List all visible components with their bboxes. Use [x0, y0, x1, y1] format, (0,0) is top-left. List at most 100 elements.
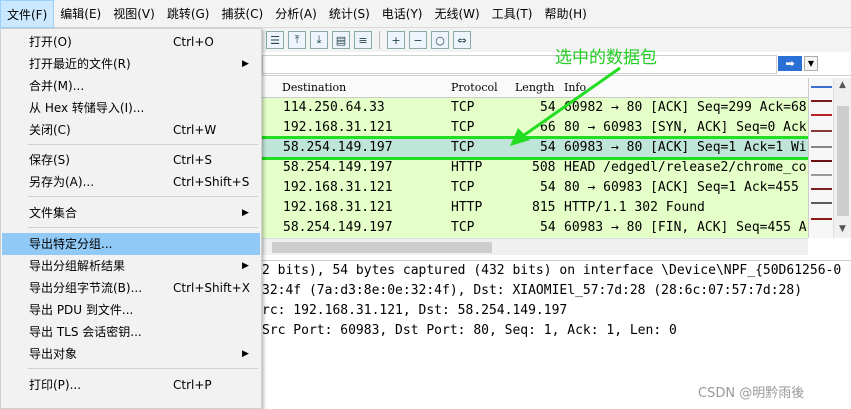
menu-bar: 文件(F) 编辑(E) 视图(V) 跳转(G) 捕获(C) 分析(A) 统计(S… [0, 0, 851, 28]
menu-item-label: 另存为(A)... [29, 175, 95, 189]
colorize-icon[interactable]: ≡ [354, 31, 372, 49]
menu-separator [28, 368, 258, 369]
scroll-down-icon[interactable]: ▼ [839, 224, 846, 234]
menu-wireless[interactable]: 无线(W) [429, 0, 486, 28]
menu-statistics[interactable]: 统计(S) [323, 0, 376, 28]
file-menu-export-specified-packets[interactable]: 导出特定分组... [2, 233, 260, 255]
detail-ethernet-line[interactable]: 32:4f (7a:d3:8e:0e:32:4f), Dst: XIAOMIEl… [262, 283, 802, 303]
packet-info: 80 → 60983 [ACK] Seq=1 Ack=455 [564, 180, 799, 195]
packet-dst: 114.250.64.33 [283, 100, 385, 115]
menu-edit[interactable]: 编辑(E) [54, 0, 107, 28]
menu-item-label: 导出分组解析结果 [29, 259, 126, 273]
menu-item-label: 导出特定分组... [29, 237, 113, 251]
apply-filter-arrow-icon[interactable]: ➡ [778, 56, 802, 71]
file-menu-save[interactable]: 保存(S) Ctrl+S [2, 149, 260, 171]
minimap-mark [811, 146, 832, 148]
packet-info: HEAD /edgedl/release2/chrome_co [564, 160, 807, 175]
packet-dst: 192.168.31.121 [283, 120, 393, 135]
file-menu-dropdown: 打开(O) Ctrl+O 打开最近的文件(R) ▶ 合并(M)... 从 Hex… [0, 28, 262, 409]
column-destination[interactable]: Destination [282, 81, 346, 94]
menu-separator [28, 196, 258, 197]
autoscroll-icon[interactable]: ▤ [332, 31, 350, 49]
menu-telephony[interactable]: 电话(Y) [376, 0, 429, 28]
watermark: CSDN @明黔雨後 [698, 386, 805, 401]
packet-row[interactable]: 192.168.31.121 TCP 54 80 → 60983 [ACK] S… [262, 178, 808, 198]
menu-analyze[interactable]: 分析(A) [269, 0, 323, 28]
minimap-mark [811, 188, 832, 190]
minimap-mark [811, 130, 832, 132]
list-icon[interactable]: ☰ [266, 31, 284, 49]
packet-proto: TCP [451, 120, 475, 135]
file-menu-close[interactable]: 关闭(C) Ctrl+W [2, 119, 260, 141]
file-menu-open-recent[interactable]: 打开最近的文件(R) ▶ [2, 53, 260, 75]
file-menu-export-packet-bytes[interactable]: 导出分组字节流(B)... Ctrl+Shift+X [2, 277, 260, 299]
menu-item-shortcut: Ctrl+P [173, 378, 212, 392]
zoom-in-icon[interactable]: + [387, 31, 405, 49]
packet-dst: 58.254.149.197 [283, 220, 393, 235]
zoom-reset-icon[interactable]: ○ [431, 31, 449, 49]
menu-capture[interactable]: 捕获(C) [215, 0, 269, 28]
file-menu-export-pdu[interactable]: 导出 PDU 到文件... [2, 299, 260, 321]
packet-len: 815 [532, 200, 556, 215]
file-menu-export-tls-keys[interactable]: 导出 TLS 会话密钥... [2, 321, 260, 343]
file-menu-open[interactable]: 打开(O) Ctrl+O [2, 31, 260, 53]
packet-info: 60983 → 80 [FIN, ACK] Seq=455 A [564, 220, 807, 235]
packet-proto: TCP [451, 100, 475, 115]
minimap-mark [811, 160, 832, 162]
menu-item-label: 文件集合 [29, 206, 78, 220]
menu-go[interactable]: 跳转(G) [161, 0, 216, 28]
file-menu-file-set[interactable]: 文件集合 ▶ [2, 202, 260, 224]
packet-proto: TCP [451, 220, 475, 235]
packet-len: 54 [540, 220, 556, 235]
menu-item-shortcut: Ctrl+O [173, 35, 214, 49]
packet-row[interactable]: 58.254.149.197 TCP 54 60983 → 80 [FIN, A… [262, 218, 808, 238]
zoom-out-icon[interactable]: − [409, 31, 427, 49]
minimap-mark [811, 114, 832, 116]
file-menu-export-objects[interactable]: 导出对象 ▶ [2, 343, 260, 365]
menu-item-label: 从 Hex 转储导入(I)... [29, 101, 145, 115]
toolbar-separator [379, 31, 380, 49]
menu-item-shortcut: Ctrl+Shift+S [173, 175, 250, 189]
filter-dropdown-icon[interactable]: ▼ [804, 56, 818, 71]
scroll-up-icon[interactable]: ▲ [839, 80, 846, 90]
detail-ip-line[interactable]: rc: 192.168.31.121, Dst: 58.254.149.197 [262, 303, 567, 323]
packet-row[interactable]: 192.168.31.121 HTTP 815 HTTP/1.1 302 Fou… [262, 198, 808, 218]
submenu-arrow-icon: ▶ [242, 349, 249, 359]
menu-item-shortcut: Ctrl+Shift+X [173, 281, 250, 295]
submenu-arrow-icon: ▶ [242, 261, 249, 271]
menu-separator [28, 227, 258, 228]
go-first-icon[interactable]: ⤒ [288, 31, 306, 49]
submenu-arrow-icon: ▶ [242, 59, 249, 69]
menu-view[interactable]: 视图(V) [107, 0, 161, 28]
menu-item-label: 打开最近的文件(R) [29, 57, 131, 71]
scroll-thumb[interactable] [837, 106, 849, 216]
menu-item-label: 合并(M)... [29, 79, 85, 93]
packet-list-vertical-scrollbar[interactable]: ▲ ▼ [833, 78, 851, 238]
file-menu-save-as[interactable]: 另存为(A)... Ctrl+Shift+S [2, 171, 260, 193]
menu-item-label: 关闭(C) [29, 123, 71, 137]
packet-list-horizontal-scrollbar[interactable] [262, 238, 808, 255]
file-menu-export-dissections[interactable]: 导出分组解析结果 ▶ [2, 255, 260, 277]
packet-dst: 192.168.31.121 [283, 180, 393, 195]
packet-row[interactable]: 58.254.149.197 HTTP 508 HEAD /edgedl/rel… [262, 158, 808, 178]
menu-tools[interactable]: 工具(T) [486, 0, 539, 28]
menu-file[interactable]: 文件(F) [0, 0, 55, 28]
menu-item-label: 打开(O) [29, 35, 72, 49]
menu-item-label: 保存(S) [29, 153, 70, 167]
file-menu-merge[interactable]: 合并(M)... [2, 75, 260, 97]
packet-dst: 58.254.149.197 [283, 160, 393, 175]
menu-item-label: 导出 TLS 会话密钥... [29, 325, 142, 339]
packet-minimap[interactable] [808, 78, 833, 238]
file-menu-print[interactable]: 打印(P)... Ctrl+P [2, 374, 260, 396]
packet-len: 54 [540, 180, 556, 195]
detail-frame-line[interactable]: 2 bits), 54 bytes captured (432 bits) on… [262, 263, 841, 283]
minimap-mark [811, 100, 832, 102]
packet-dst: 192.168.31.121 [283, 200, 393, 215]
hscroll-thumb[interactable] [272, 242, 492, 253]
file-menu-import-hex[interactable]: 从 Hex 转储导入(I)... [2, 97, 260, 119]
go-last-icon[interactable]: ⤓ [310, 31, 328, 49]
detail-tcp-line[interactable]: Src Port: 60983, Dst Port: 80, Seq: 1, A… [262, 323, 677, 343]
resize-columns-icon[interactable]: ⇔ [453, 31, 471, 49]
column-protocol[interactable]: Protocol [451, 81, 498, 94]
menu-help[interactable]: 帮助(H) [538, 0, 592, 28]
